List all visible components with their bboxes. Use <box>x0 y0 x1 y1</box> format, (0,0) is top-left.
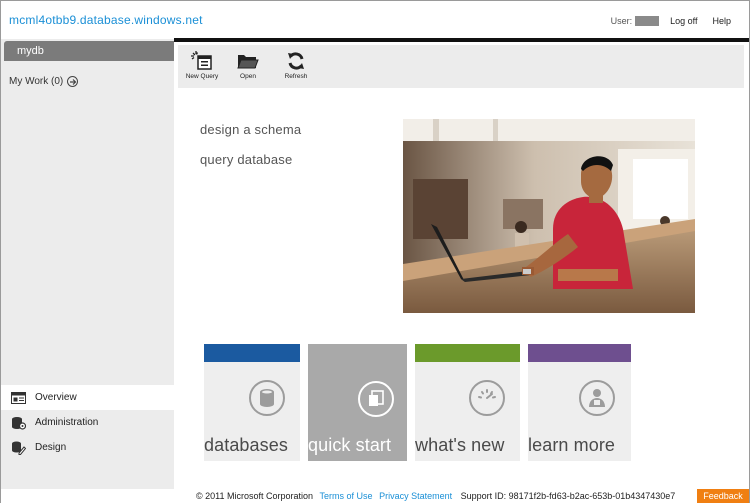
user-name-redacted <box>635 16 660 26</box>
design-schema-link[interactable]: design a schema <box>200 122 301 137</box>
support-id: Support ID: 98171f2b-fd63-b2ac-653b-01b4… <box>460 491 676 501</box>
tile-whats-new[interactable]: what's new <box>415 344 520 461</box>
folder-open-icon <box>226 49 270 73</box>
hero-photo <box>403 119 695 313</box>
sidebar-nav: Overview Administration Design <box>1 385 174 460</box>
overview-icon <box>10 391 26 405</box>
my-work-label: My Work (0) <box>9 76 64 87</box>
footer: © 2011 Microsoft Corporation Terms of Us… <box>1 489 749 503</box>
sidebar-item-design[interactable]: Design <box>1 435 174 460</box>
database-icon <box>249 380 285 416</box>
tile-label: what's new <box>415 435 505 455</box>
privacy-statement-link[interactable]: Privacy Statement <box>379 491 452 501</box>
tile-learn-more[interactable]: learn more <box>528 344 631 461</box>
sidebar-item-label: Overview <box>35 392 77 403</box>
open-button[interactable]: Open <box>226 49 270 87</box>
design-icon <box>10 441 26 455</box>
sidebar: mydb My Work (0) Overview Administration… <box>1 39 174 489</box>
arrow-right-icon <box>67 76 79 87</box>
copyright-text: © 2011 Microsoft Corporation <box>196 491 314 501</box>
sidebar-item-label: Design <box>35 442 67 453</box>
header: mcml4otbb9.database.windows.net User: Lo… <box>1 1 749 39</box>
tile-label: databases <box>204 435 288 455</box>
refresh-icon <box>274 49 318 73</box>
sidebar-item-overview[interactable]: Overview <box>1 385 174 410</box>
administration-icon <box>10 416 26 430</box>
tile-databases[interactable]: databases <box>204 344 300 461</box>
user-area: User: Log off Help <box>611 16 731 26</box>
refresh-button[interactable]: Refresh <box>274 49 318 87</box>
quick-start-icon <box>358 381 394 417</box>
feedback-button[interactable]: Feedback <box>697 489 749 503</box>
tile-color-bar <box>204 344 300 362</box>
tile-label: quick start <box>308 435 392 455</box>
tile-color-bar <box>528 344 631 362</box>
sidebar-item-administration[interactable]: Administration <box>1 410 174 435</box>
tile-body: databases <box>204 362 300 461</box>
new-query-label: New Query <box>185 73 219 80</box>
tile-color-bar <box>415 344 520 362</box>
tile-label: learn more <box>528 435 616 455</box>
open-label: Open <box>240 73 256 80</box>
tile-body: quick start <box>308 344 407 461</box>
terms-of-use-link[interactable]: Terms of Use <box>320 491 373 501</box>
footer-text: © 2011 Microsoft Corporation Terms of Us… <box>196 491 675 501</box>
whats-new-icon <box>469 380 505 416</box>
new-query-button[interactable]: New Query <box>180 49 224 87</box>
tile-body: what's new <box>415 362 520 461</box>
toolbar: New Query Open Refresh <box>178 45 744 88</box>
help-link[interactable]: Help <box>712 16 731 26</box>
logoff-link[interactable]: Log off <box>670 16 697 26</box>
learn-more-icon <box>579 380 615 416</box>
server-name: mcml4otbb9.database.windows.net <box>9 13 203 27</box>
tile-body: learn more <box>528 362 631 461</box>
new-query-icon <box>180 49 224 73</box>
my-work-link[interactable]: My Work (0) <box>9 76 79 87</box>
query-database-link[interactable]: query database <box>200 152 292 167</box>
tile-quick-start[interactable]: quick start <box>308 344 407 461</box>
header-divider <box>174 38 749 42</box>
user-label: User: <box>610 16 633 26</box>
database-tab[interactable]: mydb <box>4 41 174 61</box>
refresh-label: Refresh <box>284 73 308 80</box>
sidebar-item-label: Administration <box>35 417 99 428</box>
